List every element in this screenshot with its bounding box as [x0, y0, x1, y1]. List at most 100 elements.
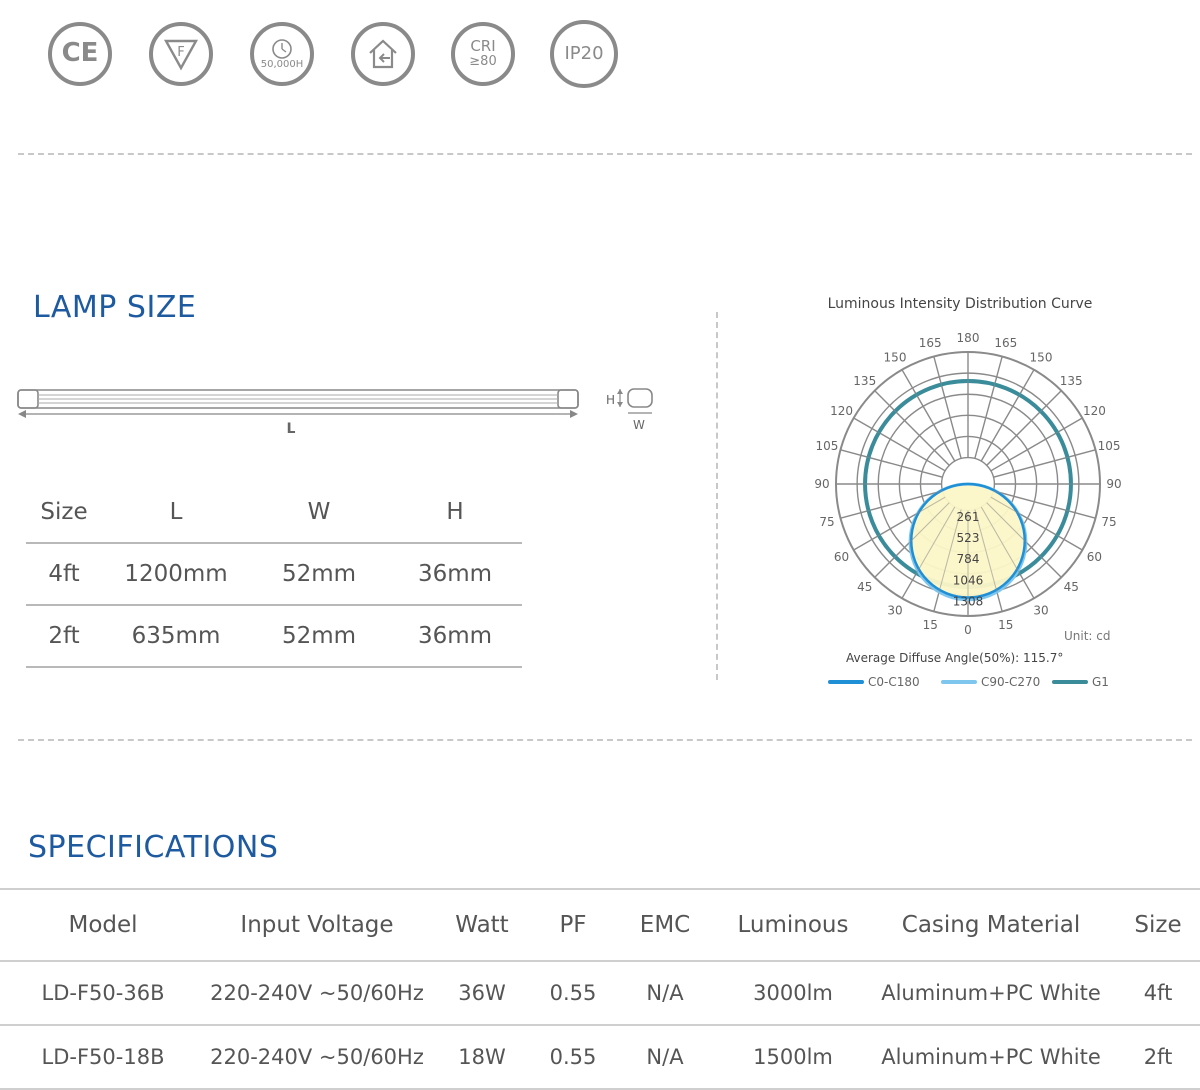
svg-text:H: H [606, 393, 615, 407]
table-row: 4ft 1200mm 52mm 36mm [26, 542, 522, 605]
specifications-title: SPECIFICATIONS [28, 830, 279, 865]
table-cell: 36mm [388, 542, 522, 605]
table-cell: 2ft [26, 604, 102, 668]
header-cell: Casing Material [866, 888, 1116, 961]
svg-text:F: F [177, 45, 184, 60]
house-icon [369, 39, 397, 69]
angle-label: 90 [814, 477, 829, 491]
radial-tick-label: 523 [957, 531, 980, 545]
clock-icon [272, 38, 292, 59]
legend-item-c90: C90-C270 [941, 675, 1040, 689]
header-cell: PF [536, 888, 610, 961]
angle-label: 30 [1033, 603, 1048, 617]
polar-chart: 26152378410461308180 16516515015013513512… [814, 331, 1121, 637]
table-cell: 3000lm [720, 960, 866, 1025]
table-cell: 52mm [250, 604, 388, 668]
table-cell: 0.55 [536, 960, 610, 1025]
table-cell: 635mm [102, 604, 250, 668]
table-row: LD-F50-36B 220-240V ~50/60Hz 36W 0.55 N/… [0, 960, 1200, 1025]
table-cell: LD-F50-18B [0, 1024, 206, 1090]
table-cell: N/A [610, 1024, 720, 1090]
header-cell: Input Voltage [206, 888, 428, 961]
legend-swatch [941, 680, 977, 684]
table-cell: 0.55 [536, 1024, 610, 1090]
vertical-divider [716, 312, 718, 680]
header-cell: W [307, 499, 331, 525]
table-cell: 2ft [1116, 1024, 1200, 1090]
header-cell: Size [1116, 888, 1200, 961]
chart-note: Average Diffuse Angle(50%): 115.7° [846, 651, 1064, 665]
table-cell: 1500lm [720, 1024, 866, 1090]
header-cell: H [446, 499, 464, 525]
angle-label: 15 [923, 618, 938, 632]
table-cell: 220-240V ~50/60Hz [206, 960, 428, 1025]
svg-text:W: W [633, 418, 645, 432]
lamp-size-table: Size L W H 4ft 1200mm 52mm 36mm 2ft 635m… [26, 482, 522, 668]
table-header-row: Size L W H [26, 482, 522, 543]
angle-label: 105 [1098, 439, 1121, 453]
angle-label: 165 [919, 336, 942, 350]
angle-label: 135 [1060, 374, 1083, 388]
table-row: 2ft 635mm 52mm 36mm [26, 604, 522, 668]
divider [18, 153, 1192, 155]
table-cell: 18W [428, 1024, 536, 1090]
grid-spoke-overlay [938, 375, 962, 459]
table-cell: 36mm [388, 604, 522, 668]
angle-label: 180 [957, 331, 980, 345]
legend-item-c0: C0-C180 [828, 675, 920, 689]
table-cell: Aluminum+PC White [866, 1024, 1116, 1090]
divider [18, 739, 1192, 741]
angle-label: 150 [884, 351, 907, 365]
legend-swatch [828, 680, 864, 684]
specifications-table: Model Input Voltage Watt PF EMC Luminous… [0, 888, 1200, 1090]
angle-label: 90 [1106, 477, 1121, 491]
table-cell: 4ft [26, 542, 102, 605]
angle-label: 165 [994, 336, 1017, 350]
table-row: LD-F50-18B 220-240V ~50/60Hz 18W 0.55 N/… [0, 1024, 1200, 1090]
angle-label: 120 [1083, 404, 1106, 418]
angle-label: 60 [1087, 550, 1102, 564]
f-mark-triangle: F [163, 39, 199, 71]
f-mark-icon: F [149, 22, 213, 86]
header-cell: Model [0, 888, 206, 961]
angle-label: 45 [1064, 580, 1079, 594]
table-cell: 4ft [1116, 960, 1200, 1025]
indoor-use-icon [351, 22, 415, 86]
angle-label: 75 [819, 515, 834, 529]
lifetime-clock-icon: 50,000H [250, 22, 314, 86]
angle-label: 30 [887, 603, 902, 617]
table-cell: LD-F50-36B [0, 960, 206, 1025]
angle-label: 105 [816, 439, 839, 453]
radial-tick-label: 1046 [953, 573, 984, 587]
lamp-diagram: L H W [17, 388, 653, 437]
table-cell: N/A [610, 960, 720, 1025]
svg-text:L: L [287, 421, 296, 437]
header-cell: L [169, 499, 183, 525]
chart-title: Luminous Intensity Distribution Curve [827, 296, 1093, 312]
angle-label: 60 [834, 550, 849, 564]
cri-icon: CRI ≥80 [451, 22, 515, 86]
angle-label: 75 [1101, 515, 1116, 529]
header-cell: Size [40, 499, 88, 525]
lamp-size-title: LAMP SIZE [33, 290, 197, 325]
header-cell: Watt [428, 888, 536, 961]
table-header-row: Model Input Voltage Watt PF EMC Luminous… [0, 888, 1200, 961]
chart-unit: Unit: cd [1064, 629, 1111, 643]
radial-tick-label: 784 [957, 552, 980, 566]
ip-rating-icon: IP20 [550, 20, 618, 88]
header-cell: Luminous [720, 888, 866, 961]
ce-mark-icon: CE [48, 22, 112, 86]
legend-swatch [1052, 680, 1088, 684]
table-cell: 52mm [250, 542, 388, 605]
angle-label: 45 [857, 580, 872, 594]
radial-tick-label: 261 [957, 510, 980, 524]
legend-item-g1: G1 [1052, 675, 1109, 689]
angle-label: 120 [830, 404, 853, 418]
grid-spoke-overlay [974, 375, 998, 459]
angle-label: 150 [1030, 351, 1053, 365]
grid-spoke-overlay [859, 454, 943, 478]
table-cell: 1200mm [102, 542, 250, 605]
angle-label: 15 [998, 618, 1013, 632]
angle-label: 135 [853, 374, 876, 388]
grid-spoke-overlay [993, 454, 1077, 478]
